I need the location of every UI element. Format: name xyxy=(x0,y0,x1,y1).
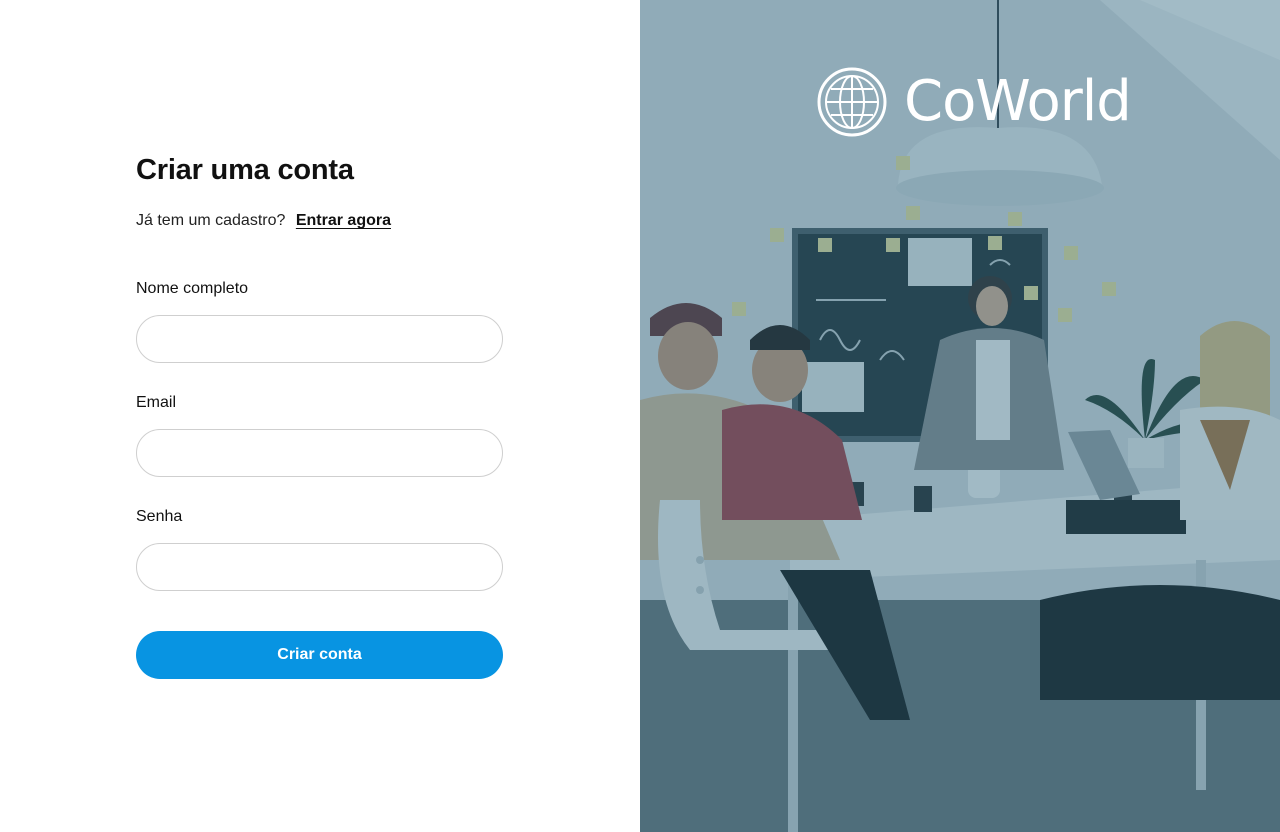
hero-image-panel: CoWorld xyxy=(640,0,1280,832)
password-field-group: Senha xyxy=(136,506,503,591)
full-name-input[interactable] xyxy=(136,315,503,363)
signup-panel: Criar uma conta Já tem um cadastro? Entr… xyxy=(0,0,640,832)
full-name-field-group: Nome completo xyxy=(136,278,503,363)
create-account-button[interactable]: Criar conta xyxy=(136,631,503,679)
password-label: Senha xyxy=(136,508,183,525)
email-input[interactable] xyxy=(136,429,503,477)
page-title: Criar uma conta xyxy=(136,154,354,186)
password-input[interactable] xyxy=(136,543,503,591)
email-field-group: Email xyxy=(136,392,503,477)
email-label: Email xyxy=(136,394,177,411)
brand-logo: CoWorld xyxy=(816,66,1132,138)
brand-name: CoWorld xyxy=(904,69,1132,134)
login-prompt-line: Já tem um cadastro? Entrar agora xyxy=(136,210,503,232)
globe-icon xyxy=(817,67,887,137)
full-name-label: Nome completo xyxy=(136,280,249,297)
login-link[interactable]: Entrar agora xyxy=(296,212,391,229)
signup-form: Criar uma conta Já tem um cadastro? Entr… xyxy=(136,150,503,679)
login-prompt-text: Já tem um cadastro? xyxy=(136,212,286,229)
